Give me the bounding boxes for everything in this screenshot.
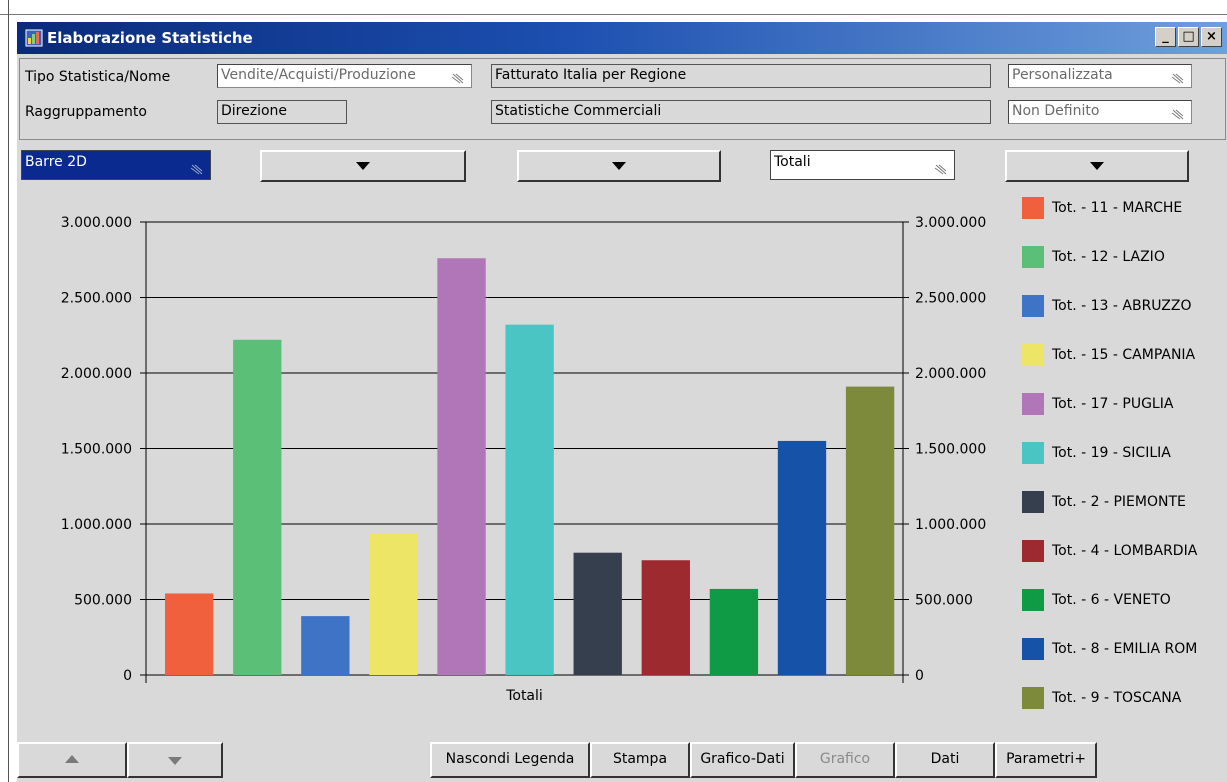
arrow-up-icon — [65, 755, 79, 763]
chart-bar — [777, 440, 827, 675]
background-frame-line — [0, 14, 1227, 15]
legend-swatch — [1022, 540, 1044, 562]
legend-label: Tot. - 15 - CAMPANIA — [1052, 347, 1196, 363]
nascondi-legenda-button[interactable]: Nascondi Legenda — [430, 742, 590, 778]
y-tick-label-right: 1.500.000 — [915, 442, 986, 458]
legend-label: Tot. - 8 - EMILIA ROM — [1052, 641, 1198, 657]
parametri-button[interactable]: Parametri+ — [995, 742, 1097, 778]
legend-label: Tot. - 2 - PIEMONTE — [1052, 494, 1186, 510]
y-tick-label-right: 500.000 — [915, 593, 973, 609]
legend-swatch — [1022, 295, 1044, 317]
statistics-window: Elaborazione Statistiche _ □ × Tipo Stat… — [16, 21, 1227, 782]
legend-label: Tot. - 12 - LAZIO — [1052, 249, 1165, 265]
personalizzata-value: Personalizzata — [1012, 67, 1113, 83]
scroll-down-button[interactable] — [127, 742, 223, 778]
chart-bar — [301, 616, 350, 675]
legend-label: Tot. - 9 - TOSCANA — [1052, 690, 1182, 706]
chart-bar — [709, 588, 759, 675]
y-tick-label-right: 2.500.000 — [915, 291, 986, 307]
chart-bar — [573, 552, 622, 675]
legend-label: Tot. - 4 - LOMBARDIA — [1052, 543, 1198, 559]
y-tick-label-left: 1.500.000 — [61, 442, 132, 458]
legend-swatch — [1022, 344, 1044, 366]
y-tick-label-right: 2.000.000 — [915, 366, 986, 382]
close-button[interactable]: × — [1201, 27, 1222, 47]
chart-bar — [233, 339, 282, 675]
legend-label: Tot. - 17 - PUGLIA — [1052, 396, 1174, 412]
definizione-field[interactable]: Non Definito — [1008, 100, 1192, 124]
legend-label: Tot. - 6 - VENETO — [1052, 592, 1171, 608]
legend-swatch — [1022, 687, 1044, 709]
legend-label: Tot. - 19 - SICILIA — [1052, 445, 1171, 461]
bar-chart: 0 0 500.000 500.000 1.000.000 1.000.000 1.500.… — [61, 215, 987, 704]
grafico-dati-button[interactable]: Grafico-Dati — [690, 742, 795, 778]
y-tick-label-right: 3.000.000 — [915, 215, 986, 231]
legend-swatch — [1022, 393, 1044, 415]
legend-label: Tot. - 11 - MARCHE — [1052, 200, 1183, 216]
definizione-value: Non Definito — [1012, 103, 1100, 119]
minimize-button[interactable]: _ — [1155, 27, 1176, 47]
arrow-down-icon — [168, 757, 182, 765]
resize-grip-icon — [1171, 73, 1184, 84]
bottom-button-bar: Nascondi Legenda Stampa Grafico-Dati Gra… — [17, 740, 1227, 782]
x-axis-label: Totali — [505, 688, 543, 704]
y-tick-label-left: 500.000 — [74, 593, 132, 609]
chevron-down-icon — [1090, 162, 1104, 170]
legend-swatch — [1022, 442, 1044, 464]
legend-swatch — [1022, 197, 1044, 219]
y-tick-label-left: 2.000.000 — [61, 366, 132, 382]
maximize-button[interactable]: □ — [1178, 27, 1199, 47]
chart-bar — [369, 533, 418, 675]
y-tick-label-right: 1.000.000 — [915, 517, 986, 533]
legend-swatch — [1022, 638, 1044, 660]
chart-bar — [845, 386, 895, 675]
resize-grip-icon — [1171, 109, 1184, 120]
y-tick-label-left: 0 — [123, 668, 132, 684]
y-tick-label-right: 0 — [915, 668, 924, 684]
background-frame-line — [8, 0, 9, 782]
personalizzata-field[interactable]: Personalizzata — [1008, 64, 1192, 88]
chart-bar — [437, 258, 486, 675]
series-dropdown-3[interactable] — [1005, 150, 1189, 182]
chart-bar — [641, 560, 690, 675]
scroll-up-button[interactable] — [17, 742, 127, 778]
chart-bar — [505, 324, 554, 675]
stampa-button[interactable]: Stampa — [590, 742, 690, 778]
y-tick-label-left: 2.500.000 — [61, 291, 132, 307]
chart-bar — [165, 593, 214, 675]
legend-swatch — [1022, 589, 1044, 611]
legend-swatch — [1022, 491, 1044, 513]
y-tick-label-left: 3.000.000 — [61, 215, 132, 231]
legend-swatch — [1022, 246, 1044, 268]
dati-button[interactable]: Dati — [895, 742, 995, 778]
grafico-button[interactable]: Grafico — [795, 742, 895, 778]
legend-label: Tot. - 13 - ABRUZZO — [1052, 298, 1192, 314]
y-tick-label-left: 1.000.000 — [61, 517, 132, 533]
